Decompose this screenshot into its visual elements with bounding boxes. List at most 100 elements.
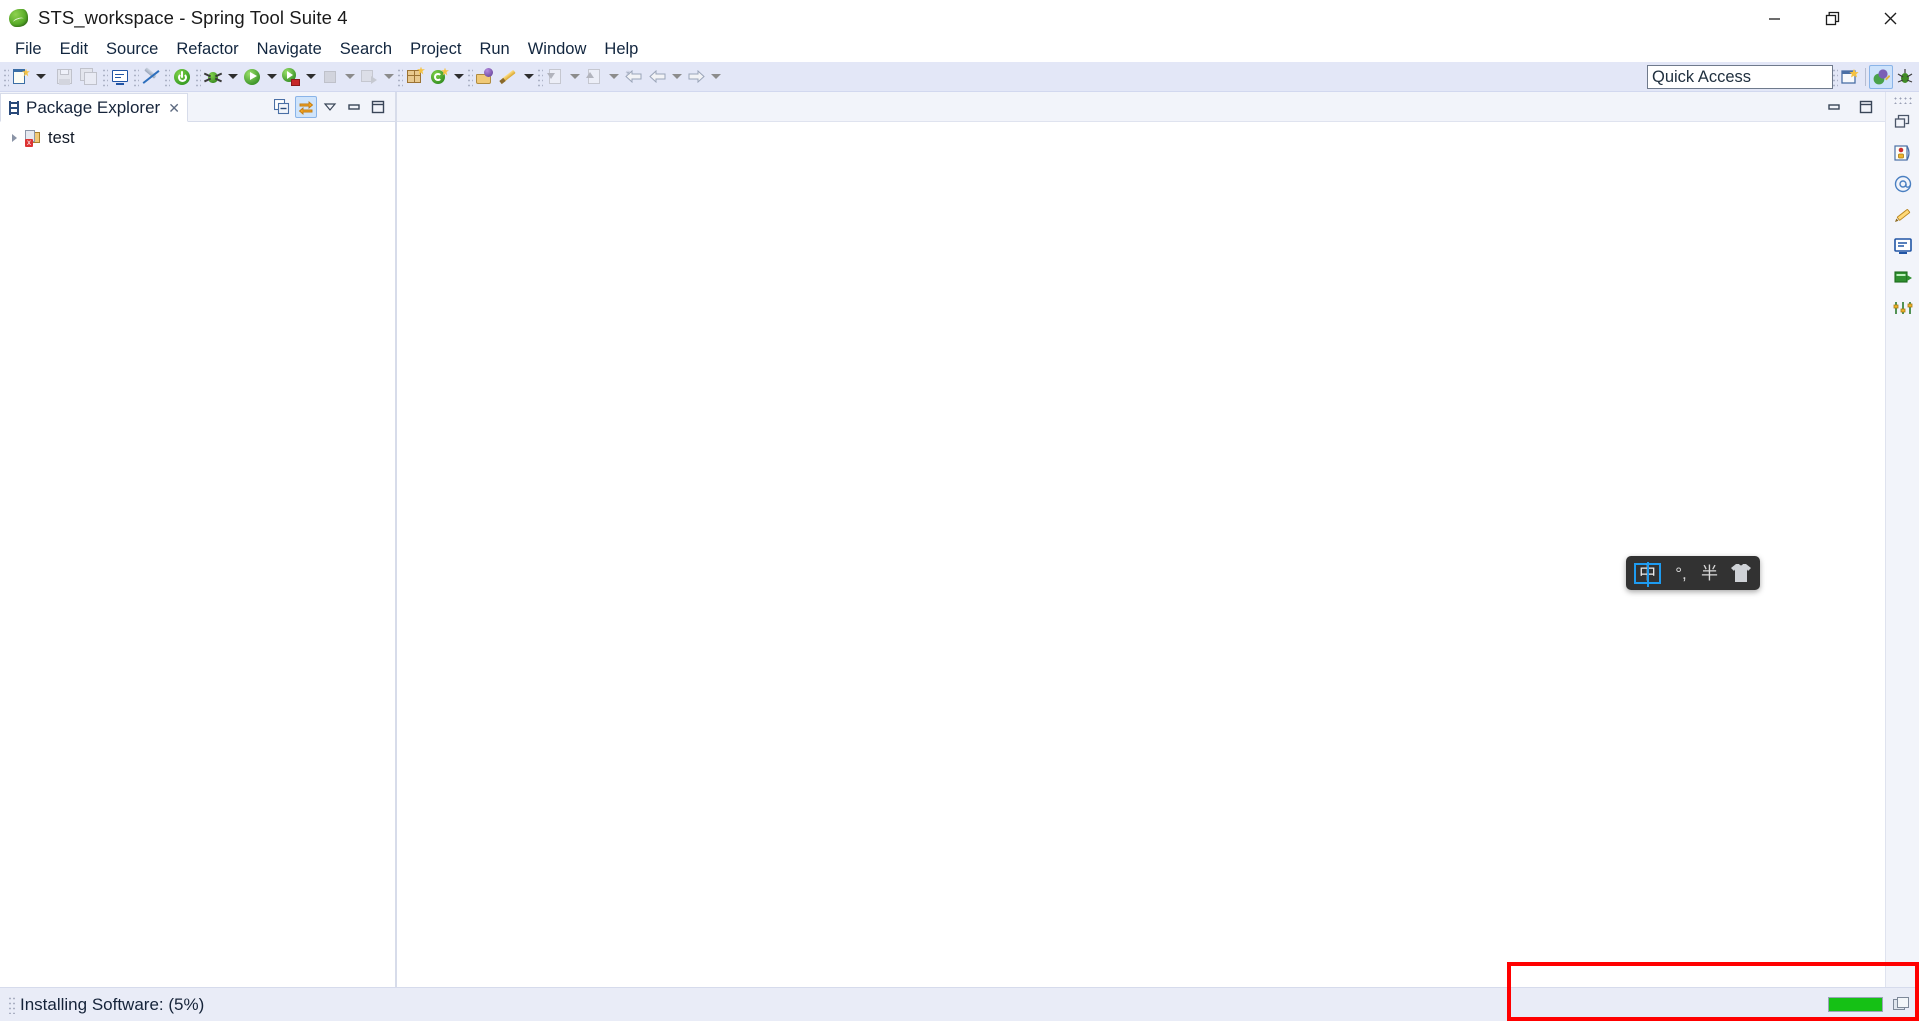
toolbar-grip-7[interactable] [466,66,473,87]
run-as-dropdown-icon[interactable] [303,65,318,89]
perspective-grip[interactable] [1831,67,1838,87]
menu-help[interactable]: Help [595,36,647,62]
collapse-all-icon [274,98,290,114]
menu-window[interactable]: Window [519,36,596,62]
previous-annotation-button[interactable] [543,65,567,89]
maximize-view-button[interactable] [367,96,389,118]
minimize-view-icon [1828,103,1840,110]
save-button[interactable] [53,65,77,89]
run-dropdown-icon[interactable] [264,65,279,89]
open-task-dropdown-icon[interactable] [521,65,536,89]
progress-button[interactable] [1889,294,1917,322]
open-perspective-icon [1841,69,1859,84]
restore-view-button[interactable] [1889,108,1917,136]
debug-dropdown-icon[interactable] [225,65,240,89]
next-annotation-dropdown-icon[interactable] [606,65,621,89]
chinese-ime-toolbar[interactable]: 中 °, 半 [1626,556,1760,590]
maximize-editor-button[interactable] [1855,96,1877,118]
editor-empty-canvas[interactable] [397,122,1885,987]
open-type-button[interactable] [473,65,497,89]
minimize-view-button[interactable] [343,96,365,118]
run-button[interactable] [240,65,264,89]
chevron-down-icon [323,102,337,111]
status-grip[interactable] [8,995,15,1014]
terminate-button[interactable] [170,65,194,89]
skip-breakpoints-button[interactable] [139,65,163,89]
restore-icon[interactable] [1803,0,1861,36]
forward-button[interactable] [684,65,708,89]
toolbar-grip-6[interactable] [396,66,403,87]
ime-mode-chinese[interactable]: 中 [1634,561,1661,587]
run-as-button[interactable] [279,65,303,89]
forward-arrow-icon [688,70,705,83]
menu-search[interactable]: Search [331,36,401,62]
menu-source[interactable]: Source [97,36,167,62]
quick-access-text: Quick Access [1652,67,1752,86]
tasks-button[interactable] [1889,201,1917,229]
toolbar-grip-5[interactable] [194,66,201,87]
menu-project[interactable]: Project [401,36,470,62]
menu-navigate[interactable]: Navigate [248,36,331,62]
external-tools-dropdown-icon[interactable] [381,65,396,89]
debug-button[interactable] [201,65,225,89]
external-tools-button[interactable] [357,65,381,89]
open-perspective-button[interactable] [1838,65,1862,89]
toolbar-grip-4[interactable] [163,66,170,87]
package-explorer-icon [7,100,21,115]
package-explorer-tree[interactable]: x test [0,122,395,987]
perspective-debug-button[interactable] [1893,65,1917,89]
ime-punctuation-mode[interactable]: °, [1673,565,1689,582]
background-operations-icon[interactable] [1893,996,1911,1013]
new-java-package-button[interactable] [403,65,427,89]
toolbar-grip-8[interactable] [536,66,543,87]
back-button[interactable] [645,65,669,89]
rail-grip[interactable] [1892,96,1913,104]
previous-annotation-dropdown-icon[interactable] [567,65,582,89]
forward-dropdown-icon[interactable] [708,65,723,89]
minimize-editor-button[interactable] [1823,96,1845,118]
toolbar-grip-3[interactable] [132,66,139,87]
console-button[interactable] [1889,232,1917,260]
chevron-right-icon[interactable] [6,134,22,142]
window-controls [1745,0,1919,36]
last-edit-location-button[interactable]: ✳ [621,65,645,89]
menu-edit[interactable]: Edit [51,36,97,62]
menu-refactor[interactable]: Refactor [167,36,247,62]
ime-halfwidth-mode[interactable]: 半 [1701,565,1718,582]
new-spring-dropdown-icon[interactable] [451,65,466,89]
menu-file[interactable]: File [6,36,51,62]
toolbar-grip[interactable] [2,66,9,87]
spring-properties-button[interactable] [1889,170,1917,198]
tab-package-explorer[interactable]: Package Explorer ✕ [0,93,188,122]
back-dropdown-icon[interactable] [669,65,684,89]
open-console-button[interactable] [108,65,132,89]
tree-item-test[interactable]: x test [0,126,395,150]
workbench-main: Package Explorer ✕ x test [0,92,1919,987]
new-wizard-button[interactable] [9,65,33,89]
editor-area [397,92,1885,987]
open-task-button[interactable] [497,65,521,89]
collapse-all-button[interactable] [271,96,293,118]
boot-dashboard-button[interactable] [1889,139,1917,167]
view-menu-button[interactable] [319,96,341,118]
toolbar-grip-2[interactable] [101,66,108,87]
stop-dropdown-icon[interactable] [342,65,357,89]
ime-skin-button[interactable] [1730,563,1752,583]
close-icon[interactable] [1861,0,1919,36]
new-spring-project-button[interactable] [427,65,451,89]
perspective-spring-button[interactable] [1869,65,1893,89]
close-icon[interactable]: ✕ [168,101,180,115]
maximize-view-icon [371,100,385,113]
minimize-icon[interactable] [1745,0,1803,36]
minimize-view-icon [348,103,360,110]
next-annotation-button[interactable] [582,65,606,89]
quick-access-input[interactable]: Quick Access [1647,65,1833,89]
link-with-editor-button[interactable] [295,95,317,118]
menu-run[interactable]: Run [470,36,518,62]
servers-button[interactable] [1889,263,1917,291]
save-all-button[interactable] [77,65,101,89]
status-progress-bar[interactable] [1828,997,1883,1012]
servers-icon [1893,271,1912,283]
stop-button[interactable] [318,65,342,89]
new-wizard-dropdown-icon[interactable] [33,65,48,89]
